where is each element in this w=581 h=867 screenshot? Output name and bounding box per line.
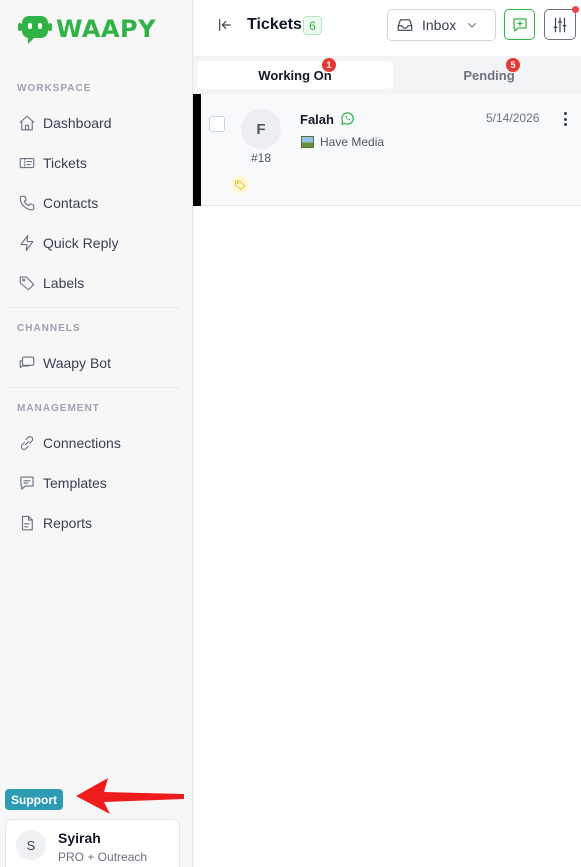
tab-working-on[interactable]: Working On 1 xyxy=(197,58,393,89)
sidebar-item-waapy-bot[interactable]: Waapy Bot xyxy=(17,351,177,375)
sidebar-item-label: Quick Reply xyxy=(43,235,119,251)
collapse-sidebar-button[interactable] xyxy=(215,15,235,35)
sidebar: WAAPY WORKSPACE Dashboard Tickets Contac… xyxy=(0,0,193,867)
sidebar-item-dashboard[interactable]: Dashboard xyxy=(17,111,177,135)
sidebar-item-label: Reports xyxy=(43,515,93,531)
sliders-icon xyxy=(553,17,567,32)
sidebar-item-contacts[interactable]: Contacts xyxy=(17,191,177,215)
contact-name: Falah xyxy=(300,112,334,127)
section-channels: CHANNELS xyxy=(17,323,81,334)
new-chat-button[interactable] xyxy=(504,9,535,40)
tag-icon xyxy=(17,273,37,293)
sidebar-item-label: Tickets xyxy=(43,155,87,171)
sidebar-item-label: Dashboard xyxy=(43,115,112,131)
filter-active-dot xyxy=(572,6,579,13)
filter-button[interactable] xyxy=(544,6,579,40)
app-logo[interactable]: WAAPY xyxy=(18,12,156,46)
message-preview: Have Media xyxy=(320,135,385,149)
section-management: MANAGEMENT xyxy=(17,403,100,414)
support-button[interactable]: Support xyxy=(5,789,63,810)
ticket-count-badge: 6 xyxy=(303,16,322,35)
sidebar-item-templates[interactable]: Templates xyxy=(17,471,177,495)
user-plan: PRO + Outreach xyxy=(58,850,148,864)
lightning-icon xyxy=(17,233,37,253)
ticket-selected-bar xyxy=(193,94,201,206)
sidebar-item-connections[interactable]: Connections xyxy=(17,431,177,455)
sidebar-item-label: Waapy Bot xyxy=(43,355,111,371)
sidebar-divider xyxy=(6,307,180,308)
home-icon xyxy=(17,113,37,133)
document-icon xyxy=(17,513,37,533)
avatar: S xyxy=(16,830,46,860)
annotation-arrow-icon xyxy=(76,778,184,814)
logo-bot-icon xyxy=(18,16,52,44)
sidebar-item-quick-reply[interactable]: Quick Reply xyxy=(17,231,177,255)
ticket-tabs: Working On 1 Pending 5 xyxy=(193,56,581,94)
inbox-icon xyxy=(397,19,413,31)
avatar: F xyxy=(241,109,281,149)
chevron-down-icon xyxy=(468,23,477,28)
tab-label: Working On xyxy=(258,67,332,83)
inbox-select[interactable]: Inbox xyxy=(387,9,496,41)
sidebar-item-label: Labels xyxy=(43,275,85,291)
link-icon xyxy=(17,433,37,453)
inbox-select-label: Inbox xyxy=(422,17,457,33)
message-template-icon xyxy=(17,473,37,493)
logo-text: WAAPY xyxy=(56,15,157,43)
sidebar-item-reports[interactable]: Reports xyxy=(17,511,177,535)
image-icon xyxy=(301,136,314,148)
phone-icon xyxy=(17,193,37,213)
sidebar-item-tickets[interactable]: Tickets xyxy=(17,151,177,175)
user-name: Syirah xyxy=(58,830,101,846)
ticket-date: 5/14/2026 xyxy=(486,111,540,125)
tab-count-badge: 1 xyxy=(322,58,336,72)
tab-count-badge: 5 xyxy=(506,58,520,72)
sidebar-item-label: Contacts xyxy=(43,195,99,211)
ticket-checkbox[interactable] xyxy=(209,116,225,132)
label-tag-icon[interactable] xyxy=(231,176,249,194)
bot-chat-icon xyxy=(17,353,37,373)
ticket-id: #18 xyxy=(250,151,272,165)
sidebar-item-labels[interactable]: Labels xyxy=(17,271,177,295)
page-title: Tickets xyxy=(247,16,302,33)
ticket-icon xyxy=(17,153,37,173)
section-workspace: WORKSPACE xyxy=(17,83,92,94)
more-options-icon[interactable] xyxy=(559,110,571,128)
whatsapp-icon xyxy=(340,112,354,126)
tickets-panel: Tickets 6 Inbox Working On 1 Pending 5 F… xyxy=(193,0,581,867)
arrow-left-bar-icon xyxy=(219,19,231,31)
ticket-list-item[interactable]: F #18 Falah Have Media 5/14/2026 xyxy=(193,94,581,206)
sidebar-item-label: Templates xyxy=(43,475,107,491)
tab-pending[interactable]: Pending 5 xyxy=(393,58,581,89)
sidebar-item-label: Connections xyxy=(43,435,121,451)
sidebar-divider xyxy=(6,387,180,388)
user-profile-card[interactable]: S Syirah PRO + Outreach xyxy=(5,819,180,867)
message-plus-icon xyxy=(512,17,527,32)
